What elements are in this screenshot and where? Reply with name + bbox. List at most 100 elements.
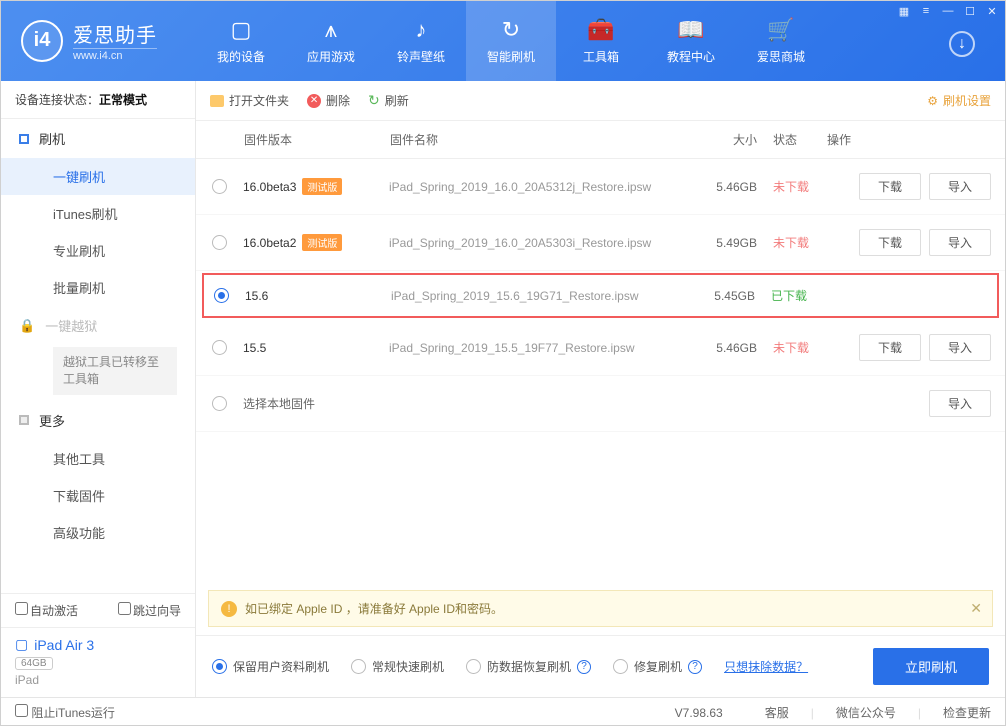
list-icon[interactable]: ≡	[919, 4, 933, 18]
nav-tutorials[interactable]: 📖教程中心	[646, 1, 736, 81]
book-icon: 📖	[677, 17, 704, 43]
music-icon: ♪	[416, 17, 427, 43]
auto-activate-checkbox[interactable]: 自动激活	[15, 602, 78, 619]
app-name: 爱思助手	[73, 19, 157, 48]
beta-badge: 测试版	[302, 234, 342, 251]
refresh-icon: ↻	[502, 17, 520, 43]
flash-settings-button[interactable]: ⚙刷机设置	[927, 92, 991, 109]
storage-badge: 64GB	[15, 657, 53, 670]
opt-repair[interactable]: 修复刷机?	[613, 658, 702, 675]
delete-icon: ✕	[307, 94, 321, 108]
row-radio[interactable]	[212, 340, 227, 355]
app-url: www.i4.cn	[73, 48, 157, 62]
apps-icon: ⩚	[325, 17, 337, 43]
import-button[interactable]: 导入	[929, 229, 991, 256]
toolbar: 打开文件夹 ✕删除 ↻刷新 ⚙刷机设置	[196, 81, 1005, 121]
flash-options: 保留用户资料刷机 常规快速刷机 防数据恢复刷机? 修复刷机? 只想抹除数据？ 立…	[196, 635, 1005, 697]
sidebar-item-oneclick[interactable]: 一键刷机	[1, 158, 195, 195]
col-size: 大小	[677, 131, 757, 148]
radio-icon	[351, 659, 366, 674]
help-icon[interactable]: ?	[577, 660, 591, 674]
import-button[interactable]: 导入	[929, 390, 991, 417]
import-button[interactable]: 导入	[929, 173, 991, 200]
lock-icon: 🔒	[19, 318, 35, 334]
radio-icon	[212, 659, 227, 674]
app-version: V7.98.63	[675, 706, 723, 720]
square-icon	[19, 415, 29, 425]
flash-now-button[interactable]: 立即刷机	[873, 648, 989, 685]
wechat-link[interactable]: 微信公众号	[836, 704, 896, 721]
sidebar-group-jailbreak: 🔒一键越狱	[1, 306, 195, 345]
table-row[interactable]: 16.0beta3测试版 iPad_Spring_2019_16.0_20A53…	[196, 159, 1005, 215]
maximize-icon[interactable]: ☐	[963, 4, 977, 18]
connection-status: 设备连接状态：正常模式	[1, 81, 195, 119]
menu-icon[interactable]: ▦	[897, 4, 911, 18]
erase-link[interactable]: 只想抹除数据？	[724, 658, 808, 675]
sidebar-group-flash[interactable]: 刷机	[1, 119, 195, 158]
sidebar-item-advanced[interactable]: 高级功能	[1, 514, 195, 551]
block-itunes-checkbox[interactable]: 阻止iTunes运行	[15, 704, 115, 721]
square-icon	[19, 134, 29, 144]
download-button[interactable]: ↓	[949, 31, 975, 57]
beta-badge: 测试版	[302, 178, 342, 195]
row-radio[interactable]	[212, 235, 227, 250]
app-header: ▦ ≡ — ☐ ✕ i4 爱思助手 www.i4.cn ▢我的设备 ⩚应用游戏 …	[1, 1, 1005, 81]
nav-ringtones[interactable]: ♪铃声壁纸	[376, 1, 466, 81]
sidebar: 设备连接状态：正常模式 刷机 一键刷机 iTunes刷机 专业刷机 批量刷机 🔒…	[1, 81, 196, 697]
nav-flash[interactable]: ↻智能刷机	[466, 1, 556, 81]
table-row-selected[interactable]: 15.6 iPad_Spring_2019_15.6_19G71_Restore…	[202, 273, 999, 318]
col-version: 固件版本	[244, 131, 390, 148]
gear-icon: ⚙	[927, 94, 938, 108]
sidebar-item-batch[interactable]: 批量刷机	[1, 269, 195, 306]
table-row-local[interactable]: 选择本地固件 导入	[196, 376, 1005, 432]
open-folder-button[interactable]: 打开文件夹	[210, 92, 289, 109]
download-button[interactable]: 下载	[859, 229, 921, 256]
cart-icon: 🛒	[767, 17, 794, 43]
row-radio[interactable]	[212, 396, 227, 411]
close-icon[interactable]: ✕	[985, 4, 999, 18]
firmware-rows: 16.0beta3测试版 iPad_Spring_2019_16.0_20A53…	[196, 159, 1005, 432]
jailbreak-note: 越狱工具已转移至工具箱	[53, 347, 177, 395]
sidebar-item-download[interactable]: 下载固件	[1, 477, 195, 514]
row-radio[interactable]	[212, 179, 227, 194]
download-button[interactable]: 下载	[859, 334, 921, 361]
close-notice-button[interactable]: ✕	[970, 600, 982, 617]
window-controls: ▦ ≡ — ☐ ✕	[897, 4, 999, 18]
table-row[interactable]: 16.0beta2测试版 iPad_Spring_2019_16.0_20A53…	[196, 215, 1005, 271]
skip-guide-checkbox[interactable]: 跳过向导	[118, 602, 181, 619]
logo-icon: i4	[21, 20, 63, 62]
sidebar-item-itunes[interactable]: iTunes刷机	[1, 195, 195, 232]
opt-normal[interactable]: 常规快速刷机	[351, 658, 444, 675]
nav-store[interactable]: 🛒爱思商城	[736, 1, 826, 81]
refresh-icon: ↻	[368, 92, 380, 109]
notice-bar: ! 如已绑定 Apple ID ，请准备好 Apple ID和密码。 ✕	[208, 590, 993, 627]
nav-my-device[interactable]: ▢我的设备	[196, 1, 286, 81]
table-row[interactable]: 15.5 iPad_Spring_2019_15.5_19F77_Restore…	[196, 320, 1005, 376]
statusbar: 阻止iTunes运行 V7.98.63 客服| 微信公众号| 检查更新	[1, 697, 1005, 727]
table-header: 固件版本 固件名称 大小 状态 操作	[196, 121, 1005, 159]
sidebar-group-more[interactable]: 更多	[1, 401, 195, 440]
delete-button[interactable]: ✕删除	[307, 92, 350, 109]
nav-toolbox[interactable]: 🧰工具箱	[556, 1, 646, 81]
help-icon[interactable]: ?	[688, 660, 702, 674]
check-update-link[interactable]: 检查更新	[943, 704, 991, 721]
opt-keep-data[interactable]: 保留用户资料刷机	[212, 658, 329, 675]
tablet-icon: ▢	[15, 636, 28, 653]
import-button[interactable]: 导入	[929, 334, 991, 361]
toolbox-icon: 🧰	[587, 17, 614, 43]
sidebar-item-other[interactable]: 其他工具	[1, 440, 195, 477]
opt-anti-recovery[interactable]: 防数据恢复刷机?	[466, 658, 591, 675]
sidebar-item-pro[interactable]: 专业刷机	[1, 232, 195, 269]
device-icon: ▢	[231, 17, 252, 43]
device-info[interactable]: ▢iPad Air 3 64GB iPad	[1, 627, 195, 697]
radio-icon	[466, 659, 481, 674]
col-status: 状态	[757, 131, 827, 148]
service-link[interactable]: 客服	[765, 704, 789, 721]
radio-icon	[613, 659, 628, 674]
download-button[interactable]: 下载	[859, 173, 921, 200]
nav-apps[interactable]: ⩚应用游戏	[286, 1, 376, 81]
minimize-icon[interactable]: —	[941, 4, 955, 18]
col-name: 固件名称	[390, 131, 677, 148]
refresh-button[interactable]: ↻刷新	[368, 92, 409, 109]
row-radio[interactable]	[214, 288, 229, 303]
